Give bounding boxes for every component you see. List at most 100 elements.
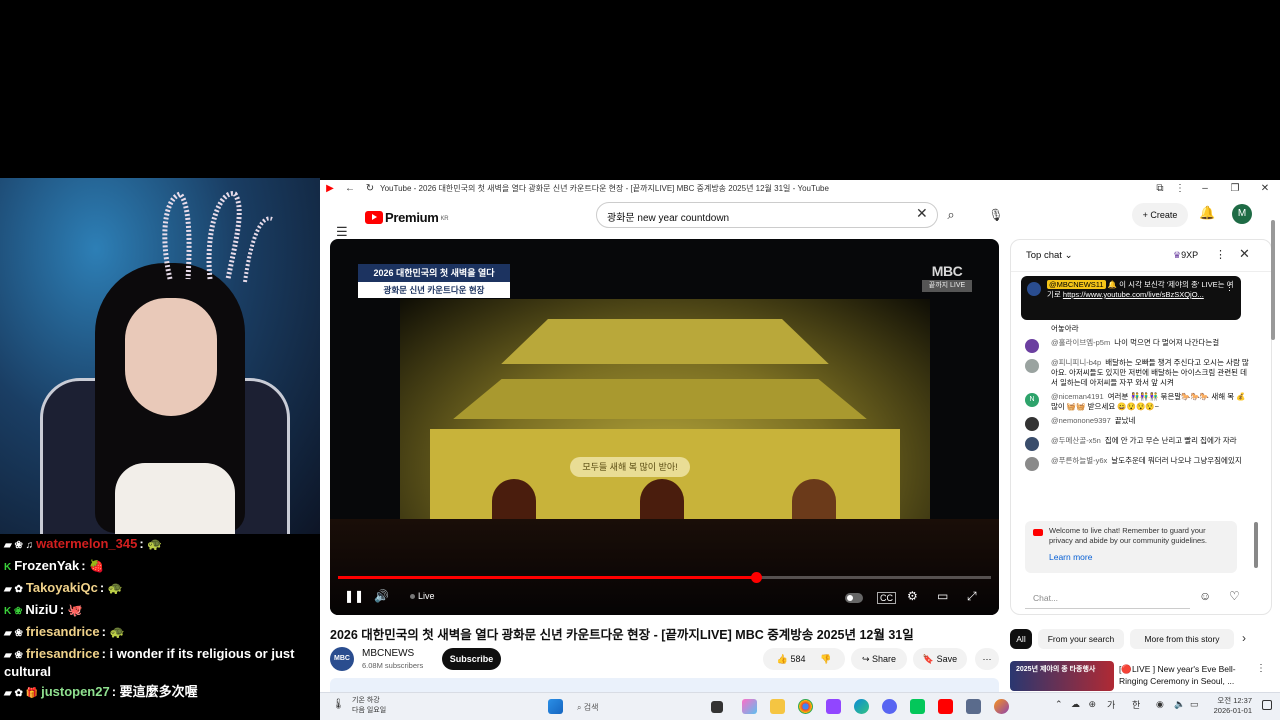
- recommended-thumbnail[interactable]: 2025년 제야의 종 타종행사: [1010, 661, 1114, 691]
- system-clock[interactable]: 오전 12:37 2026-01-01: [1206, 696, 1252, 716]
- pause-icon[interactable]: ❚❚: [344, 589, 364, 603]
- xp-badge[interactable]: ♛9XP: [1173, 250, 1198, 261]
- chat-username: justopen27: [41, 684, 110, 699]
- youtube-premium-logo[interactable]: Premium KR: [365, 210, 449, 225]
- author-avatar: [1025, 437, 1039, 451]
- progress-bar[interactable]: [338, 572, 991, 583]
- subscriber-count: 6.08M subscribers: [362, 661, 424, 670]
- message-author[interactable]: @푸른하늘별-y6x: [1051, 456, 1107, 465]
- weather-temp: 기온 하강: [352, 697, 380, 704]
- top-chat-dropdown[interactable]: Top chat ⌄: [1026, 250, 1073, 261]
- notifications-bell-icon[interactable]: 🔔: [1199, 205, 1215, 221]
- pinned-more-icon[interactable]: ⋮: [1225, 282, 1234, 293]
- stream-chat-line: ▰ ❀ friesandrice: 🐢: [0, 622, 320, 644]
- dislike-icon[interactable]: 👎: [820, 654, 831, 664]
- video-player[interactable]: 모두들 새해 복 많이 받아! 2026 대한민국의 첫 새벽을 열다 광화문 …: [330, 239, 999, 615]
- autoplay-toggle[interactable]: [845, 593, 863, 603]
- live-label[interactable]: Live: [418, 591, 435, 601]
- close-chat-icon[interactable]: ✕: [1239, 246, 1250, 262]
- pinned-message[interactable]: @MBCNEWS11 🔔 이 시각 보신각 '제야의 종' LIVE는 여기로 …: [1021, 276, 1241, 320]
- ime-mode[interactable]: 가: [1107, 698, 1115, 711]
- search-input[interactable]: 광화문 new year countdown: [596, 202, 938, 228]
- broadcaster-live-tag: 끝까지 LIVE: [922, 280, 972, 292]
- message-author[interactable]: @niceman4191: [1051, 392, 1104, 401]
- page-scrollbar[interactable]: [1270, 200, 1276, 340]
- channel-avatar[interactable]: MBC NEWS: [330, 647, 354, 686]
- captions-icon[interactable]: CC: [877, 592, 896, 604]
- system-tray-icons[interactable]: ⌃ ☁ ⊕: [1055, 699, 1099, 710]
- like-button[interactable]: 👍 584: [777, 654, 806, 664]
- page-scrollbar-thumb[interactable]: [1271, 220, 1275, 340]
- youtube-app-icon[interactable]: [938, 699, 953, 714]
- message-author[interactable]: @피니피니-b4p: [1051, 358, 1101, 367]
- twitch-icon[interactable]: [826, 699, 841, 714]
- chat-username: FrozenYak: [14, 558, 80, 573]
- battery-icon[interactable]: ▭: [1190, 699, 1199, 710]
- network-icon[interactable]: ◉: [1156, 699, 1164, 710]
- account-avatar[interactable]: M: [1232, 204, 1252, 224]
- start-windows-icon[interactable]: [548, 699, 563, 714]
- message-author[interactable]: @홀라이브엠-p5m: [1051, 338, 1110, 347]
- recommended-more-icon[interactable]: ⋮: [1256, 663, 1266, 674]
- recommended-video[interactable]: 2025년 제야의 종 타종행사 [🔴LIVE ] New year's Eve…: [1010, 661, 1272, 691]
- naver-icon[interactable]: [910, 699, 925, 714]
- chip-from-search[interactable]: From your search: [1038, 629, 1124, 649]
- heart-icon[interactable]: ♡: [1229, 589, 1240, 603]
- chat-scrollbar[interactable]: [1254, 522, 1258, 568]
- volume-icon[interactable]: 🔊: [374, 589, 389, 603]
- author-avatar: [1025, 339, 1039, 353]
- like-count: 584: [790, 654, 806, 664]
- fullscreen-icon[interactable]: ⤢: [967, 589, 977, 604]
- chip-more-from-story[interactable]: More from this story: [1130, 629, 1234, 649]
- reload-icon[interactable]: ↻: [360, 183, 380, 194]
- hamburger-menu-icon[interactable]: ☰: [336, 224, 348, 240]
- back-icon[interactable]: ←: [340, 183, 360, 194]
- more-actions-icon[interactable]: ⋯: [975, 648, 999, 670]
- stream-chat-overlay: ▰ ❀ ♫ watermelon_345: 🐢 K FrozenYak: 🍓 ▰ ✿…: [0, 534, 320, 720]
- browser-menu-icon[interactable]: ⋮: [1170, 183, 1190, 194]
- channel-name[interactable]: MBCNEWS: [362, 648, 414, 659]
- chat-more-icon[interactable]: ⋮: [1215, 248, 1226, 261]
- message-author[interactable]: @두메산골-x5n: [1051, 436, 1101, 445]
- notepad-icon[interactable]: [966, 699, 981, 714]
- chrome-icon[interactable]: [798, 699, 813, 714]
- clear-search-icon[interactable]: ✕: [916, 205, 928, 222]
- file-explorer-icon[interactable]: [770, 699, 785, 714]
- save-button[interactable]: 🔖 Save: [913, 648, 967, 670]
- learn-more-link[interactable]: Learn more: [1049, 552, 1231, 562]
- taskbar-search[interactable]: ⌕ 검색: [577, 699, 697, 716]
- copilot-icon[interactable]: [742, 699, 757, 714]
- recommended-title[interactable]: [🔴LIVE ] New year's Eve Bell-Ringing Cer…: [1119, 663, 1247, 687]
- theater-mode-icon[interactable]: ▭: [937, 589, 948, 603]
- taskbar-search-label: 검색: [583, 703, 599, 712]
- scrubber-handle[interactable]: [750, 572, 762, 583]
- chat-separator: :: [101, 624, 106, 639]
- share-button[interactable]: ↪ Share: [851, 648, 907, 670]
- microphone-icon[interactable]: 🎙: [986, 205, 1006, 225]
- edge-icon[interactable]: [854, 699, 869, 714]
- extensions-icon[interactable]: ⧉: [1150, 183, 1170, 194]
- pinned-link[interactable]: https://www.youtube.com/live/sBzSXQjO...: [1063, 290, 1204, 299]
- task-view-icon[interactable]: [711, 701, 723, 713]
- chevron-right-icon[interactable]: ›: [1242, 631, 1246, 645]
- chat-separator: :: [111, 684, 117, 699]
- chat-input[interactable]: Chat...: [1025, 587, 1190, 609]
- emoji-icon[interactable]: ☺: [1199, 589, 1211, 603]
- app-icon[interactable]: [994, 699, 1009, 714]
- message-author[interactable]: @nemonone9397: [1051, 416, 1111, 425]
- ime-language[interactable]: 한: [1132, 698, 1140, 711]
- minimize-button[interactable]: –: [1190, 183, 1220, 194]
- discord-icon[interactable]: [882, 699, 897, 714]
- notification-center-icon[interactable]: [1262, 700, 1272, 710]
- create-button[interactable]: + Create: [1132, 203, 1188, 227]
- weather-widget[interactable]: 🌡 기온 하강 다음 일요일: [332, 696, 386, 716]
- description-box[interactable]: [330, 678, 999, 692]
- settings-gear-icon[interactable]: ⚙: [907, 589, 918, 603]
- close-window-button[interactable]: ✕: [1250, 183, 1280, 194]
- maximize-button[interactable]: ❐: [1220, 183, 1250, 194]
- chip-all[interactable]: All: [1010, 629, 1032, 649]
- subscribe-button[interactable]: Subscribe: [442, 648, 501, 670]
- stream-chat-line: ▰ ❀ friesandrice: i wonder if its religio…: [0, 644, 320, 682]
- speaker-icon[interactable]: 🔈: [1174, 699, 1185, 710]
- search-icon[interactable]: ⌕: [940, 202, 962, 228]
